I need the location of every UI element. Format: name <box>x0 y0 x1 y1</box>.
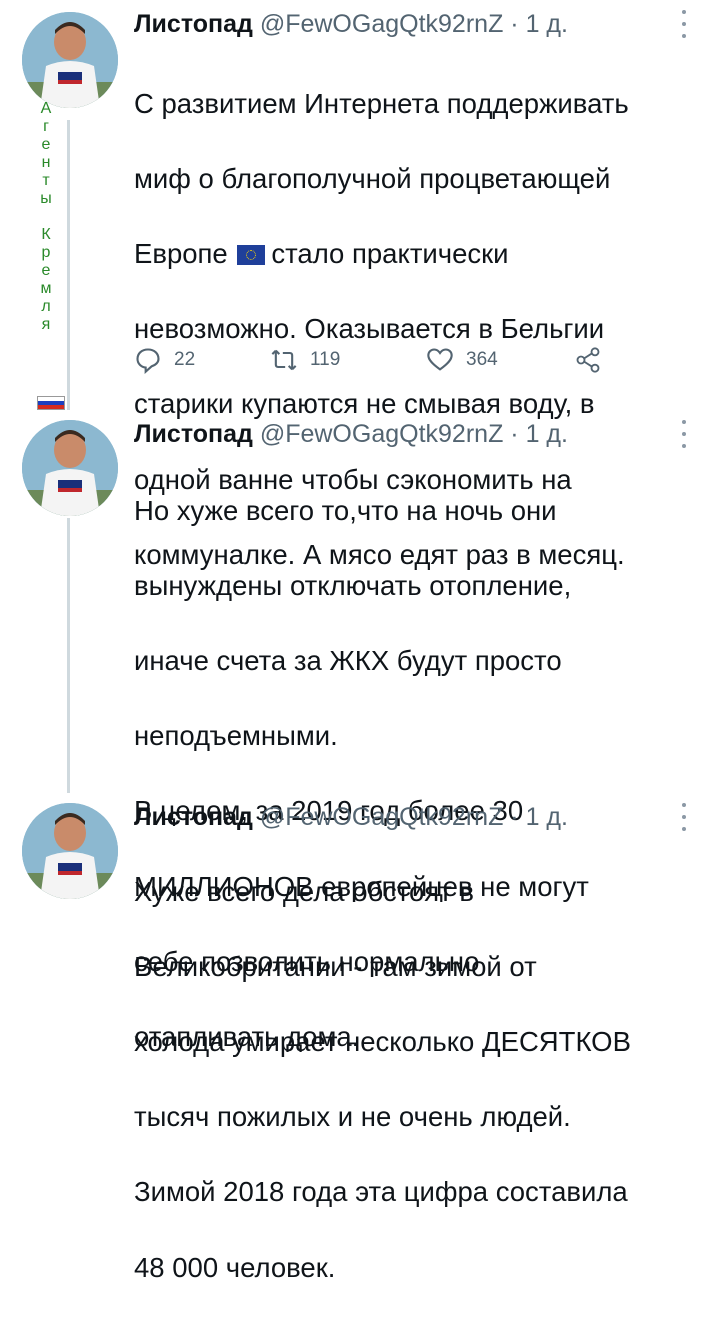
tweet-header: Листопад @FewOGagQtk92rnZ · 1 д. <box>134 414 568 454</box>
more-options-icon[interactable] <box>680 803 688 831</box>
text-line: Великобритании - там зимой от <box>134 950 537 982</box>
avatar[interactable] <box>22 420 118 516</box>
avatar-photo <box>22 420 118 516</box>
timestamp[interactable]: 1 д. <box>526 803 568 831</box>
author-handle[interactable]: @FewOGagQtk92rnZ <box>260 10 504 38</box>
text-line: Европе стало практически <box>134 235 694 273</box>
text-line: иначе счета за ЖКХ будут просто <box>134 644 562 676</box>
text-line: Хуже всего дела обстоят в <box>134 875 475 907</box>
avatar[interactable] <box>22 803 118 899</box>
text-fragment: Европе <box>134 237 228 269</box>
eu-flag-icon <box>237 244 266 265</box>
text-line: С развитием Интернета поддерживать <box>134 87 629 119</box>
tweet-header: Листопад @FewOGagQtk92rnZ · 1 д. <box>134 4 568 44</box>
tweet[interactable]: Листопад @FewOGagQtk92rnZ · 1 д. Но хуже… <box>0 410 721 1052</box>
heart-icon <box>427 348 453 371</box>
share-icon <box>576 347 600 373</box>
tweet-header: Листопад @FewOGagQtk92rnZ · 1 д. <box>134 797 568 837</box>
text-line: тысяч пожилых и не очень людей. <box>134 1101 571 1133</box>
tweet-text: Хуже всего дела обстоят в Великобритании… <box>134 835 694 1324</box>
avatar-photo <box>22 803 118 899</box>
separator-dot: · <box>510 420 519 448</box>
author-name[interactable]: Листопад <box>134 803 253 831</box>
text-line: миф о благополучной процветающей <box>134 162 611 194</box>
separator-dot: · <box>510 10 519 38</box>
retweet-icon <box>271 349 297 371</box>
reply-count: 22 <box>174 349 196 370</box>
like-button[interactable]: 364 <box>426 340 498 380</box>
retweet-count: 119 <box>310 349 341 370</box>
timestamp[interactable]: 1 д. <box>526 420 568 448</box>
author-handle[interactable]: @FewOGagQtk92rnZ <box>260 803 504 831</box>
text-line: неподъемными. <box>134 720 338 752</box>
avatar[interactable] <box>22 12 118 108</box>
text-line: вынуждены отключать отопление, <box>134 569 572 601</box>
retweet-button[interactable]: 119 <box>270 340 340 380</box>
text-line: холода умирает несколько ДЕСЯТКОВ <box>134 1025 631 1057</box>
text-line: Зимой 2018 года эта цифра составила <box>134 1176 628 1208</box>
separator-dot: · <box>510 803 519 831</box>
text-line: Но хуже всего то,что на ночь они <box>134 494 557 526</box>
share-button[interactable] <box>574 340 614 380</box>
like-count: 364 <box>466 349 498 370</box>
tweet-actions: 22 119 364 <box>134 340 614 380</box>
author-name[interactable]: Листопад <box>134 420 253 448</box>
text-fragment: стало практически <box>271 237 509 269</box>
text-line: 48 000 человек. <box>134 1251 336 1283</box>
more-options-icon[interactable] <box>680 420 688 448</box>
avatar-photo <box>22 12 118 108</box>
author-name[interactable]: Листопад <box>134 10 253 38</box>
tweet[interactable]: Листопад @FewOGagQtk92rnZ · 1 д. С разви… <box>0 0 721 570</box>
reply-button[interactable]: 22 <box>134 340 195 380</box>
more-options-icon[interactable] <box>680 10 688 38</box>
tweet[interactable]: Листопад @FewOGagQtk92rnZ · 1 д. Хуже вс… <box>0 795 721 1283</box>
timestamp[interactable]: 1 д. <box>526 10 568 38</box>
author-handle[interactable]: @FewOGagQtk92rnZ <box>260 420 504 448</box>
reply-icon <box>136 348 160 374</box>
